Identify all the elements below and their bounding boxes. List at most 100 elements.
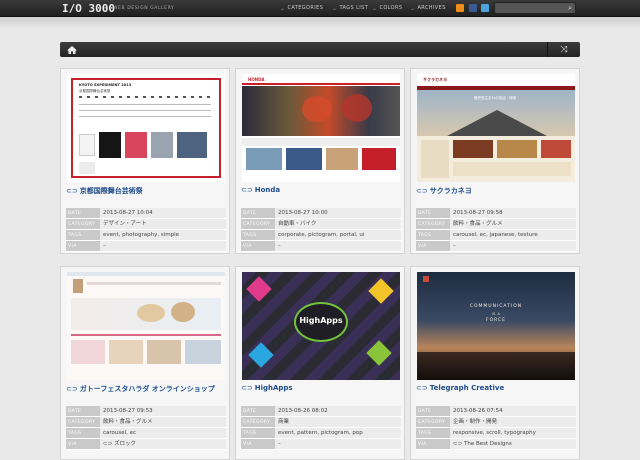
meta-label: VIA bbox=[241, 439, 275, 449]
gallery-card: KYOTO EXPERIMENT 2013 京都国際舞台芸術祭 ⊂⊃ 京都国際舞台… bbox=[60, 68, 230, 254]
chevron-down-icon: ⌄ bbox=[410, 5, 416, 12]
meta-category[interactable]: 飲料・食品・グルメ bbox=[450, 219, 576, 229]
link-icon: ⊂⊃ bbox=[66, 187, 78, 195]
gallery-card: HighApps ⊂⊃ HighApps DATE 2013-08-26 08:02… bbox=[235, 266, 405, 460]
meta-label: VIA bbox=[66, 241, 100, 251]
nav-categories[interactable]: ⌄ CATEGORIES bbox=[280, 3, 332, 14]
meta-tags[interactable]: responsive, scroll, typography bbox=[450, 428, 576, 438]
chevron-down-icon: ⌄ bbox=[372, 5, 378, 12]
meta-label: VIA bbox=[416, 439, 450, 449]
link-icon: ⊂⊃ bbox=[241, 384, 253, 392]
card-meta-table: DATE 2013-08-27 10:00 CATEGORY 自動車・バイク TAG… bbox=[241, 208, 401, 252]
meta-via: – bbox=[450, 241, 576, 251]
site-thumbnail[interactable]: KYOTO EXPERIMENT 2013 京都国際舞台芸術祭 bbox=[67, 74, 225, 182]
meta-date: 2013-08-26 08:02 bbox=[275, 406, 401, 416]
thumb-tagline: COMMUNICATION bbox=[469, 304, 523, 309]
meta-tags[interactable]: carousel, ec, japanese, texture bbox=[450, 230, 576, 240]
gallery-card: ⊂⊃ ガトーフェスタハラダ オンラインショップ DATE 2013-08-27 09… bbox=[60, 266, 230, 460]
home-icon[interactable] bbox=[66, 44, 78, 55]
gallery-card: サクラカネヨ 鹿児島生まれの醤油・味噌 ⊂⊃ サクラカネヨ DATE 2013-08… bbox=[410, 68, 580, 254]
card-title[interactable]: ⊂⊃ 京都国際舞台芸術祭 bbox=[66, 186, 143, 196]
meta-label: VIA bbox=[416, 241, 450, 251]
meta-via[interactable]: ⊂⊃ ズロック bbox=[100, 439, 226, 449]
link-icon: ⊂⊃ bbox=[66, 385, 78, 393]
meta-label: CATEGORY bbox=[416, 219, 450, 229]
meta-category[interactable]: デザイン・アート bbox=[100, 219, 226, 229]
link-icon: ⊂⊃ bbox=[416, 384, 428, 392]
search-input[interactable]: ⌕ bbox=[494, 2, 576, 14]
thumb-subheading: 京都国際舞台芸術祭 bbox=[79, 89, 111, 93]
header-shadow bbox=[0, 17, 640, 29]
meta-label: DATE bbox=[66, 208, 100, 218]
site-thumbnail[interactable]: サクラカネヨ 鹿児島生まれの醤油・味噌 bbox=[417, 74, 575, 182]
site-thumbnail[interactable]: HONDA bbox=[242, 74, 400, 182]
meta-label: TAGS bbox=[416, 230, 450, 240]
meta-label: TAGS bbox=[66, 428, 100, 438]
site-tagline: WEB DESIGN GALLERY bbox=[113, 6, 175, 11]
card-meta-table: DATE 2013-08-26 08:02 CATEGORY 商業 TAGS even… bbox=[241, 406, 401, 450]
top-navigation-bar: I/O 3000 WEB DESIGN GALLERY ⌄ CATEGORIES … bbox=[0, 0, 640, 17]
thumb-logo: HONDA bbox=[248, 77, 265, 82]
site-thumbnail[interactable]: HighApps bbox=[242, 272, 400, 380]
link-icon: ⊂⊃ bbox=[453, 441, 464, 447]
meta-tags[interactable]: carousel, ec bbox=[100, 428, 226, 438]
twitter-icon[interactable] bbox=[481, 4, 489, 12]
card-title[interactable]: ⊂⊃ Honda bbox=[241, 186, 280, 194]
meta-label: CATEGORY bbox=[241, 417, 275, 427]
chevron-down-icon: ⌄ bbox=[280, 5, 286, 12]
meta-category[interactable]: 商業 bbox=[275, 417, 401, 427]
site-logo[interactable]: I/O 3000 bbox=[62, 1, 115, 16]
nav-tags-list[interactable]: ⌄ TAGS LIST bbox=[332, 3, 372, 14]
link-icon: ⊂⊃ bbox=[241, 186, 253, 194]
meta-date: 2013-08-27 10:00 bbox=[275, 208, 401, 218]
link-icon: ⊂⊃ bbox=[416, 187, 428, 195]
meta-label: VIA bbox=[66, 439, 100, 449]
meta-label: DATE bbox=[66, 406, 100, 416]
meta-label: DATE bbox=[241, 208, 275, 218]
thumb-tagline: FORCE bbox=[485, 318, 507, 323]
card-meta-table: DATE 2013-08-27 09:58 CATEGORY 飲料・食品・グルメ T… bbox=[416, 208, 576, 252]
card-title[interactable]: ⊂⊃ HighApps bbox=[241, 384, 293, 392]
thumb-logo: HighApps bbox=[299, 316, 343, 325]
meta-via[interactable]: ⊂⊃ The Best Designs bbox=[450, 439, 576, 449]
meta-label: CATEGORY bbox=[241, 219, 275, 229]
meta-date: 2013-08-27 10:04 bbox=[100, 208, 226, 218]
meta-label: TAGS bbox=[66, 230, 100, 240]
meta-label: TAGS bbox=[416, 428, 450, 438]
meta-label: DATE bbox=[241, 406, 275, 416]
meta-label: VIA bbox=[241, 241, 275, 251]
meta-tags[interactable]: event, photography, simple bbox=[100, 230, 226, 240]
facebook-icon[interactable] bbox=[469, 4, 477, 12]
meta-label: CATEGORY bbox=[416, 417, 450, 427]
link-icon: ⊂⊃ bbox=[103, 441, 114, 447]
card-meta-table: DATE 2013-08-27 10:04 CATEGORY デザイン・アート TA… bbox=[66, 208, 226, 252]
shuffle-icon[interactable]: ⤨ bbox=[547, 42, 580, 57]
search-icon[interactable]: ⌕ bbox=[568, 4, 572, 13]
meta-label: TAGS bbox=[241, 230, 275, 240]
card-title[interactable]: ⊂⊃ ガトーフェスタハラダ オンラインショップ bbox=[66, 384, 215, 394]
meta-label: CATEGORY bbox=[66, 219, 100, 229]
meta-via: – bbox=[100, 241, 226, 251]
meta-category[interactable]: 企画・制作・開発 bbox=[450, 417, 576, 427]
thumb-logo: サクラカネヨ bbox=[423, 77, 447, 82]
meta-label: CATEGORY bbox=[66, 417, 100, 427]
chevron-down-icon: ⌄ bbox=[332, 5, 338, 12]
gallery-card: HONDA ⊂⊃ Honda DATE 2013-08-27 10:00 CATEG… bbox=[235, 68, 405, 254]
meta-tags[interactable]: event, pattern, pictogram, pop bbox=[275, 428, 401, 438]
nav-archives[interactable]: ⌄ ARCHIVES bbox=[410, 3, 450, 14]
meta-tags[interactable]: corporate, pictogram, portal, ui bbox=[275, 230, 401, 240]
meta-label: TAGS bbox=[241, 428, 275, 438]
card-title[interactable]: ⊂⊃ サクラカネヨ bbox=[416, 186, 472, 196]
meta-category[interactable]: 自動車・バイク bbox=[275, 219, 401, 229]
site-thumbnail[interactable]: COMMUNICATION IS A FORCE bbox=[417, 272, 575, 380]
nav-colors[interactable]: ⌄ COLORS bbox=[372, 3, 410, 14]
sub-toolbar: ⤨ bbox=[60, 42, 580, 57]
meta-category[interactable]: 飲料・食品・グルメ bbox=[100, 417, 226, 427]
meta-label: DATE bbox=[416, 208, 450, 218]
gallery-card: COMMUNICATION IS A FORCE ⊂⊃ Telegraph Cre… bbox=[410, 266, 580, 460]
meta-date: 2013-08-27 09:58 bbox=[450, 208, 576, 218]
card-title[interactable]: ⊂⊃ Telegraph Creative bbox=[416, 384, 504, 392]
site-thumbnail[interactable] bbox=[67, 272, 225, 380]
rss-icon[interactable] bbox=[456, 4, 464, 12]
card-meta-table: DATE 2013-08-27 09:53 CATEGORY 飲料・食品・グルメ T… bbox=[66, 406, 226, 450]
